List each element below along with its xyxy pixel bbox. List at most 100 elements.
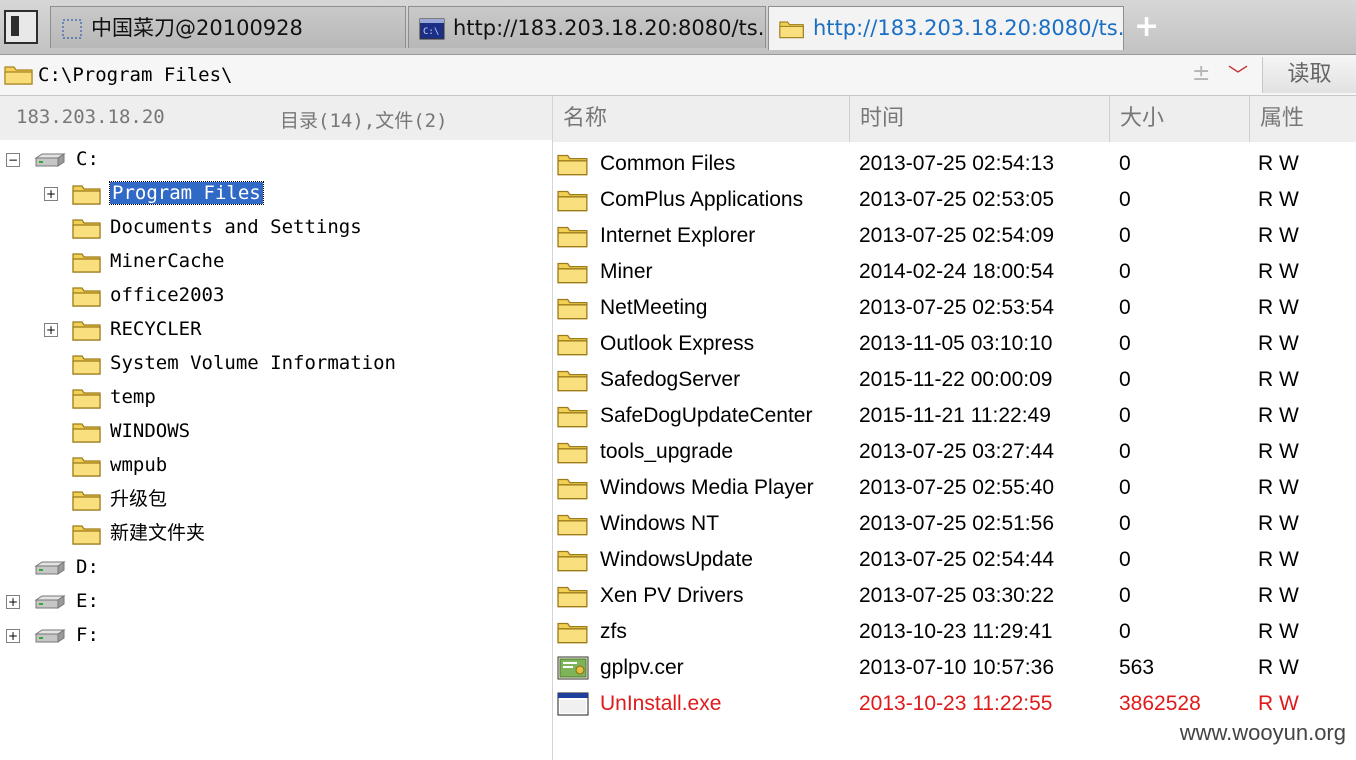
tree-drive[interactable]: E: xyxy=(34,584,99,618)
tree-label: WINDOWS xyxy=(110,420,191,442)
tree-folder[interactable]: 升级包 xyxy=(72,482,167,516)
path-input[interactable] xyxy=(38,60,1178,90)
folder-icon xyxy=(72,456,101,477)
drive-icon xyxy=(34,594,66,609)
file-attributes: R W xyxy=(1258,188,1299,211)
file-name: Xen PV Drivers xyxy=(600,584,744,607)
folder-icon xyxy=(72,286,101,307)
read-button[interactable]: 读取 xyxy=(1262,57,1356,93)
file-time: 2013-07-10 10:57:36 xyxy=(859,656,1054,679)
file-size: 0 xyxy=(1119,332,1131,355)
column-header-attributes[interactable]: 属性 xyxy=(1249,96,1356,142)
folder-icon xyxy=(72,388,101,409)
panel-toggle-button[interactable] xyxy=(4,10,38,44)
file-name: Windows Media Player xyxy=(600,476,814,499)
column-header-name[interactable]: 名称 xyxy=(553,96,849,142)
tree-folder[interactable]: WINDOWS xyxy=(72,414,190,448)
file-row[interactable]: tools_upgrade 2013-07-25 03:27:44 0 R W xyxy=(553,434,1356,470)
file-size: 0 xyxy=(1119,440,1131,463)
expand-icon[interactable]: + xyxy=(44,187,58,201)
file-name: UnInstall.exe xyxy=(600,692,722,715)
tree-folder[interactable]: Documents and Settings xyxy=(72,210,362,244)
file-row[interactable]: Windows Media Player 2013-07-25 02:55:40 0… xyxy=(553,470,1356,506)
expand-icon[interactable]: + xyxy=(6,595,20,609)
file-size: 563 xyxy=(1119,656,1155,679)
tab-3[interactable]: http://183.203.18.20:8080/ts... xyxy=(768,6,1124,50)
column-header-time[interactable]: 时间 xyxy=(849,96,1109,142)
file-attributes: R W xyxy=(1258,476,1299,499)
executable-icon xyxy=(557,692,589,716)
file-row[interactable]: NetMeeting 2013-07-25 02:53:54 0 R W xyxy=(553,290,1356,326)
file-name: NetMeeting xyxy=(600,296,708,319)
file-time: 2015-11-21 11:22:49 xyxy=(859,404,1051,427)
file-row[interactable]: Common Files 2013-07-25 02:54:13 0 R W xyxy=(553,146,1356,182)
file-time: 2013-07-25 02:53:05 xyxy=(859,188,1054,211)
file-row[interactable]: Internet Explorer 2013-07-25 02:54:09 0 R W xyxy=(553,218,1356,254)
file-attributes: R W xyxy=(1258,404,1299,427)
file-name: SafeDogUpdateCenter xyxy=(600,404,813,427)
file-row[interactable]: Miner 2014-02-24 18:00:54 0 R W xyxy=(553,254,1356,290)
tree-folder[interactable]: System Volume Information xyxy=(72,346,396,380)
file-name: gplpv.cer xyxy=(600,656,684,679)
tree-drive[interactable]: C: xyxy=(34,142,99,176)
drive-icon xyxy=(34,560,66,575)
file-list-panel: 名称 时间 大小 属性 Common Files 2013-07-25 02:54… xyxy=(553,96,1356,760)
file-name: SafedogServer xyxy=(600,368,741,391)
file-size: 0 xyxy=(1119,188,1131,211)
file-size: 0 xyxy=(1119,548,1131,571)
file-name: Internet Explorer xyxy=(600,224,756,247)
tree-folder[interactable]: office2003 xyxy=(72,278,224,312)
file-attributes: R W xyxy=(1258,692,1299,715)
tree-folder[interactable]: MinerCache xyxy=(72,244,224,278)
file-size: 0 xyxy=(1119,476,1131,499)
folder-icon xyxy=(557,262,588,284)
file-name: Miner xyxy=(600,260,653,283)
column-header-size[interactable]: 大小 xyxy=(1109,96,1249,142)
file-attributes: R W xyxy=(1258,548,1299,571)
expand-icon[interactable]: + xyxy=(6,629,20,643)
file-row[interactable]: zfs 2013-10-23 11:29:41 0 R W xyxy=(553,614,1356,650)
tree-folder[interactable]: temp xyxy=(72,380,156,414)
tree-folder[interactable]: wmpub xyxy=(72,448,167,482)
file-time: 2013-07-25 02:51:56 xyxy=(859,512,1054,535)
folder-icon xyxy=(557,226,588,248)
collapse-icon[interactable]: − xyxy=(6,153,20,167)
file-row[interactable]: UnInstall.exe 2013-10-23 11:22:55 3862528 R… xyxy=(553,686,1356,722)
tree-folder[interactable]: RECYCLER xyxy=(72,312,202,346)
folder-icon xyxy=(779,21,804,39)
file-row[interactable]: Windows NT 2013-07-25 02:51:56 0 R W xyxy=(553,506,1356,542)
file-attributes: R W xyxy=(1258,152,1299,175)
file-row[interactable]: WindowsUpdate 2013-07-25 02:54:44 0 R W xyxy=(553,542,1356,578)
tree-label: MinerCache xyxy=(110,250,225,272)
file-row[interactable]: ComPlus Applications 2013-07-25 02:53:05 0… xyxy=(553,182,1356,218)
new-tab-button[interactable]: + xyxy=(1134,12,1159,42)
file-time: 2013-07-25 02:54:13 xyxy=(859,152,1054,175)
file-row[interactable]: Xen PV Drivers 2013-07-25 03:30:22 0 R W xyxy=(553,578,1356,614)
tree-label: System Volume Information xyxy=(110,352,396,374)
file-row[interactable]: SafeDogUpdateCenter 2015-11-21 11:22:49 0 R… xyxy=(553,398,1356,434)
expand-icon[interactable]: + xyxy=(44,323,58,337)
folder-icon xyxy=(557,154,588,176)
file-size: 0 xyxy=(1119,404,1131,427)
tree-folder[interactable]: Program Files xyxy=(72,176,264,210)
watermark: www.wooyun.org xyxy=(1179,720,1346,745)
chevron-down-icon[interactable]: ﹀ xyxy=(1228,59,1248,88)
file-size: 0 xyxy=(1119,620,1131,643)
file-row[interactable]: Outlook Express 2013-11-05 03:10:10 0 R W xyxy=(553,326,1356,362)
tab-1[interactable]: 中国菜刀@20100928 xyxy=(50,6,406,48)
file-row[interactable]: gplpv.cer 2013-07-10 10:57:36 563 R W xyxy=(553,650,1356,686)
tab-label: http://183.203.18.20:8080/ts... xyxy=(813,16,1124,40)
tree-folder[interactable]: 新建文件夹 xyxy=(72,516,205,550)
file-size: 0 xyxy=(1119,584,1131,607)
file-name: tools_upgrade xyxy=(600,440,734,463)
plus-minus-icon[interactable]: ± xyxy=(1192,61,1210,86)
file-time: 2013-10-23 11:29:41 xyxy=(859,620,1053,643)
file-time: 2013-07-25 03:27:44 xyxy=(859,440,1054,463)
tree-drive[interactable]: F: xyxy=(34,618,99,652)
folder-icon xyxy=(557,406,588,428)
tree-drive[interactable]: D: xyxy=(34,550,99,584)
folder-icon xyxy=(557,442,588,464)
file-row[interactable]: SafedogServer 2015-11-22 00:00:09 0 R W xyxy=(553,362,1356,398)
tab-2[interactable]: C:\ http://183.203.18.20:8080/ts... xyxy=(408,6,766,48)
file-name: zfs xyxy=(600,620,627,643)
